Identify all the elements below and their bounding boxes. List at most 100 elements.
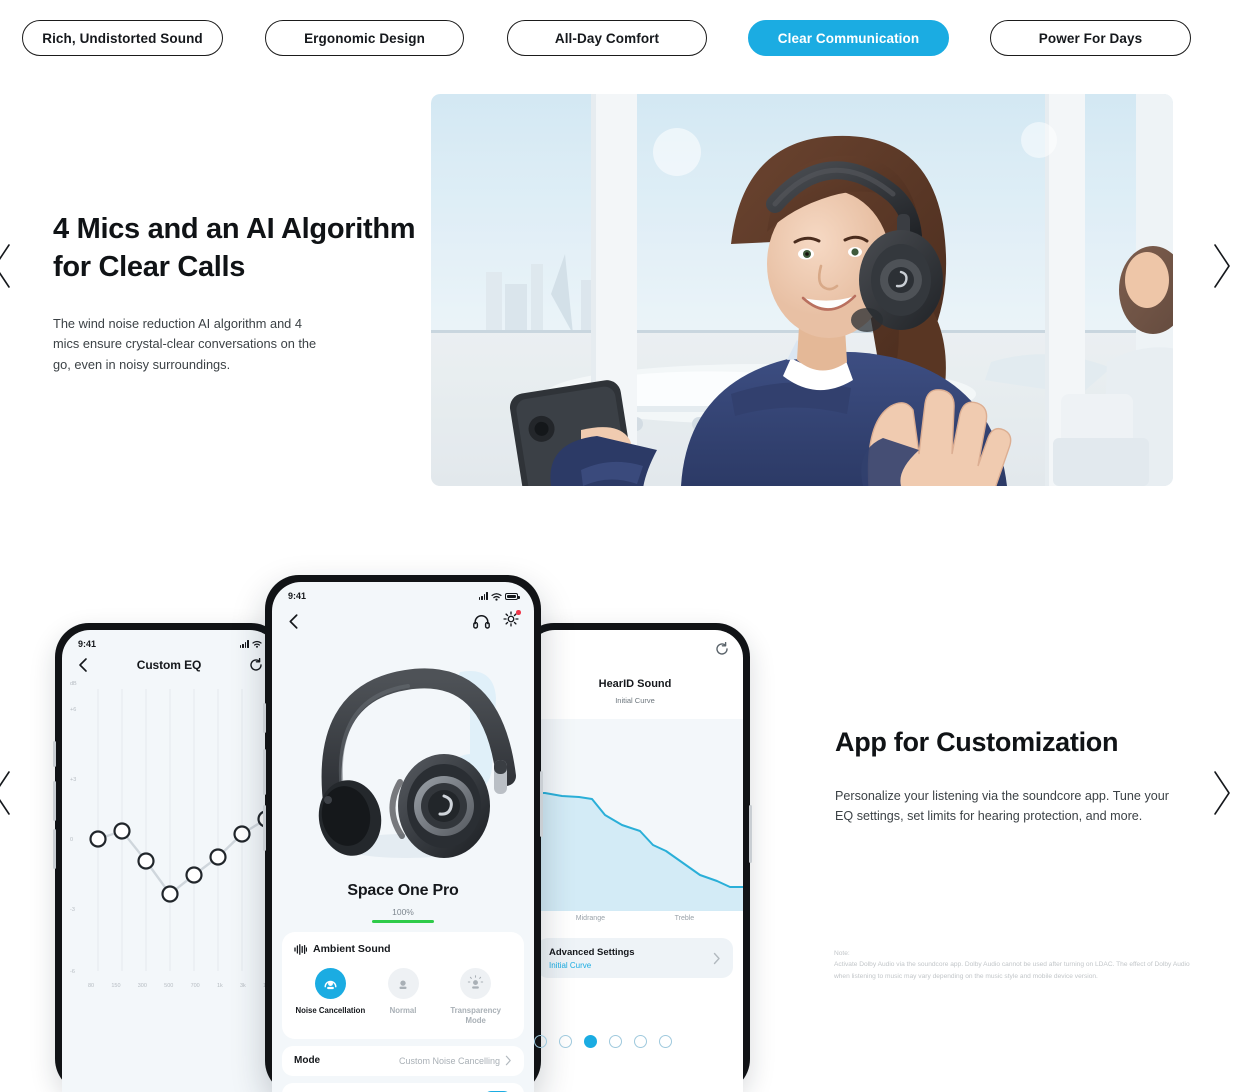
- phone-volume-up-button: [263, 749, 266, 795]
- pill-label: Rich, Undistorted Sound: [42, 30, 203, 46]
- pill-rich-undistorted-sound[interactable]: Rich, Undistorted Sound: [22, 20, 223, 56]
- pill-label: Power For Days: [1038, 30, 1143, 46]
- settings-badge-dot: [516, 610, 521, 615]
- eq-xtick: 150: [111, 983, 121, 989]
- mode-row-value-wrap: Custom Noise Cancelling: [399, 1055, 512, 1066]
- hearid-app-nav: [527, 630, 743, 656]
- advanced-settings-row[interactable]: Advanced Settings Initial Curve: [537, 938, 733, 978]
- mics-hero-image: [431, 94, 1173, 486]
- phone-power-button: [749, 805, 752, 863]
- carousel-dot-4[interactable]: [609, 1034, 622, 1048]
- status-bar: 9:41: [62, 630, 278, 649]
- wind-noise-reduction-row[interactable]: Wind Noise Reduction: [282, 1082, 524, 1092]
- transparency-mode-icon: [460, 968, 492, 999]
- eq-app-nav: Custom EQ: [62, 649, 278, 673]
- mode-noise-cancellation[interactable]: Noise Cancellation: [294, 968, 367, 1027]
- noise-cancellation-icon: [314, 968, 346, 999]
- chevron-right-icon: [713, 952, 720, 964]
- mode-row[interactable]: Mode Custom Noise Cancelling: [282, 1045, 524, 1076]
- mics-text-block: 4 Mics and an AI Algorithm for Clear Cal…: [53, 210, 423, 376]
- eq-ytick: +3: [70, 777, 77, 783]
- hearid-curve: [527, 792, 743, 911]
- cellular-signal-icon: [478, 592, 488, 600]
- pill-ergonomic-design[interactable]: Ergonomic Design: [265, 20, 464, 56]
- hearid-xtick: Midrange: [575, 915, 605, 922]
- app-body: Personalize your listening via the sound…: [835, 789, 1169, 824]
- carousel-dot-1[interactable]: [534, 1034, 547, 1048]
- app-nav-actions: [473, 610, 521, 632]
- eq-xtick: 3k: [240, 983, 246, 989]
- reset-icon[interactable]: [715, 642, 729, 656]
- mode-row-value: Custom Noise Cancelling: [398, 1055, 500, 1066]
- status-bar: 9:41: [272, 582, 534, 601]
- eq-ytick: dB: [70, 681, 77, 687]
- mode-row-label: Mode: [294, 1055, 321, 1067]
- carousel-dot-5[interactable]: [634, 1034, 647, 1048]
- hearid-x-axis: Midrange Treble: [527, 915, 743, 922]
- app-heading: App for Customization: [835, 727, 1119, 757]
- ambient-mode-group: Noise Cancellation Normal Transparency M…: [294, 968, 512, 1027]
- pill-power-for-days[interactable]: Power For Days: [990, 20, 1191, 56]
- eq-ytick: -3: [70, 907, 75, 913]
- phone-hearid-sound: HearID Sound Initial Curve Midrange Treb…: [518, 623, 752, 1092]
- eq-ytick: -6: [70, 969, 75, 975]
- eq-title: Custom EQ: [136, 658, 202, 672]
- ambient-sound-label: Ambient Sound: [313, 943, 391, 955]
- battery-percent: 100%: [392, 907, 414, 917]
- custom-eq-screen: 9:41 Custom EQ dB +6 +3 0 -3 -6 80 150 3…: [62, 630, 278, 1092]
- mode-label: Noise Cancellation: [295, 1006, 366, 1015]
- app-text-block: App for Customization Personalize your l…: [835, 727, 1205, 827]
- product-name: Space One Pro: [347, 882, 459, 899]
- eq-x-axis: 80 150 300 500 700 1k 3k 10k: [88, 983, 272, 997]
- pill-label: All-Day Comfort: [554, 30, 660, 46]
- ambient-sound-header: Ambient Sound: [294, 943, 512, 955]
- headphones-product-image: [318, 668, 516, 858]
- carousel-dot-6[interactable]: [659, 1034, 672, 1048]
- pill-label: Clear Communication: [777, 30, 920, 46]
- carousel-next-arrow-top[interactable]: [1206, 237, 1235, 295]
- carousel-prev-arrow-top[interactable]: [0, 237, 18, 295]
- hearid-title: HearID Sound: [598, 678, 672, 690]
- wifi-icon: [252, 640, 262, 648]
- carousel-dot-3[interactable]: [584, 1034, 597, 1048]
- note-body: Activate Dolby Audio via the soundcore a…: [834, 961, 1190, 980]
- pill-clear-communication[interactable]: Clear Communication: [748, 20, 949, 56]
- device-home-screen: 9:41 Space One Pro 100% Ambient Sound No…: [272, 582, 534, 1092]
- carousel-next-arrow-bottom[interactable]: [1206, 764, 1235, 822]
- eq-xtick: 700: [190, 983, 200, 989]
- eq-ytick: +6: [70, 707, 77, 713]
- dolby-note: Note: Activate Dolby Audio via the sound…: [834, 948, 1194, 982]
- chevron-right-icon: [505, 1055, 511, 1066]
- eq-curve[interactable]: [88, 679, 278, 979]
- cellular-signal-icon: [239, 640, 249, 648]
- chevron-left-icon[interactable]: [287, 613, 300, 630]
- mode-label: Normal: [389, 1006, 417, 1015]
- ambient-sound-icon: [294, 943, 307, 955]
- status-indicators: [478, 592, 520, 601]
- eq-chart: dB +6 +3 0 -3 -6 80 150 300 500 700 1k 3…: [62, 679, 278, 1009]
- eq-xtick: 500: [164, 983, 174, 989]
- status-indicators: [239, 640, 262, 648]
- pill-all-day-comfort[interactable]: All-Day Comfort: [507, 20, 707, 56]
- phone-volume-up-button: [53, 781, 56, 821]
- phone-mute-switch: [263, 703, 266, 733]
- mode-transparency[interactable]: Transparency Mode: [439, 968, 512, 1027]
- ambient-sound-card: Ambient Sound Noise Cancellation Normal …: [282, 932, 524, 1039]
- phone-volume-down-button: [53, 829, 56, 869]
- eq-xtick: 1k: [216, 983, 223, 989]
- hearid-screen: HearID Sound Initial Curve Midrange Treb…: [527, 630, 743, 1092]
- chevron-left-icon[interactable]: [77, 657, 89, 673]
- phone-power-button: [540, 771, 543, 837]
- mode-normal[interactable]: Normal: [367, 968, 440, 1027]
- reset-icon[interactable]: [249, 658, 263, 672]
- hearid-subtitle: Initial Curve: [615, 696, 655, 705]
- eq-xtick: 80: [88, 983, 95, 989]
- headset-icon[interactable]: [473, 614, 490, 629]
- carousel-dot-2[interactable]: [559, 1034, 572, 1048]
- hearid-xtick: Treble: [674, 915, 695, 922]
- phone-custom-eq: 9:41 Custom EQ dB +6 +3 0 -3 -6 80 150 3…: [53, 623, 287, 1092]
- phone-device-home: 9:41 Space One Pro 100% Ambient Sound No…: [263, 575, 543, 1092]
- status-time: 9:41: [288, 591, 307, 601]
- advanced-settings-text: Advanced Settings Initial Curve: [549, 947, 635, 970]
- advanced-settings-label: Advanced Settings: [549, 946, 635, 958]
